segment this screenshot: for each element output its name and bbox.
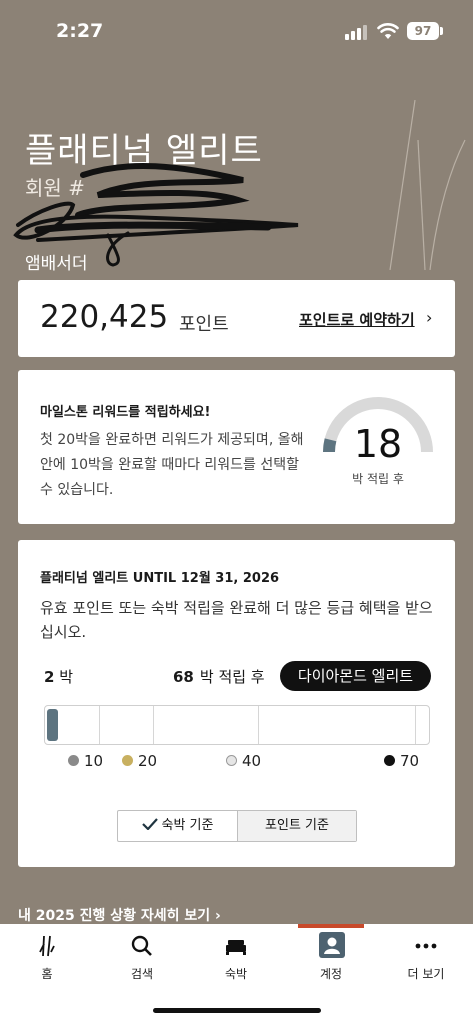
marker-70: 70 — [384, 752, 419, 770]
marker-dot-icon — [68, 755, 79, 766]
nights-needed-value: 68 — [173, 668, 194, 686]
points-card: 220,425 포인트 포인트로 예약하기 › — [18, 280, 455, 357]
next-tier-badge: 다이아몬드 엘리트 — [280, 661, 431, 691]
bed-icon — [226, 940, 246, 955]
marker-10: 10 — [68, 752, 103, 770]
more-icon — [415, 943, 437, 949]
marker-20: 20 — [122, 752, 157, 770]
marker-dot-icon — [384, 755, 395, 766]
current-nights-value: 2 — [44, 668, 55, 686]
milestone-rewards-card: 마일스톤 리워드를 적립하세요! 첫 20박을 완료하면 리워드가 제공되며, … — [18, 370, 455, 524]
tab-stays[interactable]: 숙박 — [196, 924, 276, 994]
tab-more-label: 더 보기 — [407, 967, 445, 981]
tab-account-label: 계정 — [319, 967, 343, 981]
milestone-title: 마일스톤 리워드를 적립하세요! — [40, 405, 211, 420]
battery-icon: 97 — [407, 22, 439, 40]
toggle-nights-label: 숙박 기준 — [161, 818, 214, 833]
points-balance: 220,425 — [40, 299, 169, 335]
home-logo-icon — [39, 935, 55, 957]
tier-until-title: 플래티넘 엘리트 UNTIL 12월 31, 2026 — [40, 571, 280, 586]
progress-tick-20 — [153, 706, 154, 744]
checkmark-icon — [141, 818, 158, 830]
toggle-nights-basis[interactable]: 숙박 기준 — [118, 811, 238, 841]
points-unit: 포인트 — [179, 314, 229, 335]
status-bar: 2:27 97 — [0, 0, 473, 60]
progress-tick-10 — [99, 706, 100, 744]
basis-toggle: 숙박 기준 포인트 기준 — [117, 810, 357, 842]
decorative-lines — [389, 100, 466, 270]
marker-dot-icon — [226, 755, 237, 766]
progress-tick-70 — [415, 706, 416, 744]
home-indicator — [153, 1008, 321, 1013]
gauge-nights-count: 18 — [353, 422, 403, 466]
milestone-description: 첫 20박을 완료하면 리워드가 제공되며, 올해 안에 10박을 완료할 때마… — [40, 432, 304, 498]
active-tab-indicator — [298, 924, 364, 928]
tab-more[interactable]: 더 보기 — [386, 924, 466, 994]
tier-progress-card: 플래티넘 엘리트 UNTIL 12월 31, 2026 유효 포인트 또는 숙박… — [18, 540, 455, 867]
view-progress-details-link[interactable]: 내 2025 진행 상황 자세히 보기 › — [18, 905, 221, 925]
tier-description: 유효 포인트 또는 숙박 적립을 완료해 더 많은 등급 혜택을 받으십시오. — [40, 599, 433, 641]
tab-search-label: 검색 — [130, 967, 154, 981]
search-icon — [131, 935, 152, 956]
nights-progress-bar — [44, 705, 430, 745]
cellular-signal-icon — [345, 24, 369, 40]
gauge-label: 박 적립 후 — [352, 472, 404, 486]
progress-tick-40 — [258, 706, 259, 744]
wifi-icon — [377, 23, 399, 39]
nights-needed: 68 박 적립 후 — [173, 666, 265, 687]
current-nights-unit: 박 — [59, 668, 74, 686]
bottom-tab-bar: 홈 검색 숙박 계정 더 보기 — [0, 924, 473, 1024]
chevron-right-icon: › — [426, 308, 433, 327]
marker-40: 40 — [226, 752, 261, 770]
redeem-with-points-link[interactable]: 포인트로 예약하기 — [299, 309, 415, 330]
battery-tip — [440, 27, 443, 35]
tab-home-label: 홈 — [41, 967, 53, 981]
status-time: 2:27 — [56, 20, 104, 42]
tab-account[interactable]: 계정 — [291, 924, 371, 994]
current-nights: 2 박 — [44, 666, 73, 687]
account-icon — [319, 932, 345, 958]
tab-search[interactable]: 검색 — [102, 924, 182, 994]
toggle-points-basis[interactable]: 포인트 기준 — [238, 811, 356, 841]
marker-dot-icon — [122, 755, 133, 766]
nights-needed-unit: 박 적립 후 — [199, 668, 265, 686]
nights-progress-fill — [47, 709, 58, 741]
membership-level-label: 앰배서더 — [25, 254, 88, 274]
tab-stays-label: 숙박 — [224, 967, 248, 981]
tab-home[interactable]: 홈 — [7, 924, 87, 994]
